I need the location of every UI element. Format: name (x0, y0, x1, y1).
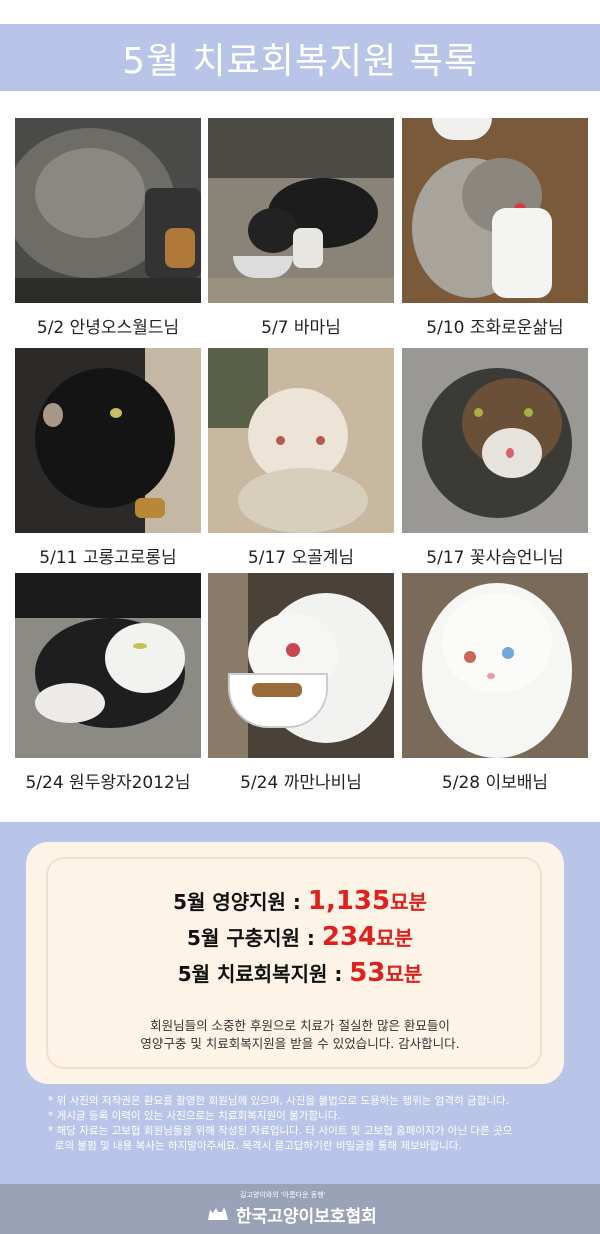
organization-name: 한국고양이보호협회 (236, 1207, 377, 1227)
note-line: 로의 불펌 및 내용 복사는 하지말아주세요. 목격시 묻고답하기란 비밀글을 … (48, 1140, 462, 1152)
nutrition-stat: 5월 영양지원 : 1,135묘분 (0, 886, 600, 916)
gallery-item: 5/24 원두왕자2012님 (15, 573, 201, 793)
deworming-unit: 묘분 (376, 926, 413, 950)
page-header: 5월 치료회복지원 목록 (0, 24, 600, 91)
gallery-caption: 5/7 바마님 (261, 318, 341, 338)
thanks-line: 회원님들의 소중한 후원으로 치료가 절실한 많은 환묘들이 (150, 1018, 450, 1033)
note-line: * 게시글 등록 이력이 있는 사진으로는 치료회복지원이 불가합니다. (48, 1110, 341, 1122)
gallery-caption: 5/11 고롱고로롱님 (39, 548, 177, 568)
deworming-value: 234 (321, 922, 377, 952)
cat-photo (15, 348, 201, 533)
footer-tagline: 길고양이와의 '아름다운 동행' (240, 1191, 326, 1199)
cat-logo-icon (208, 1207, 228, 1220)
gallery-caption: 5/24 원두왕자2012님 (25, 773, 191, 793)
copyright-notes: * 위 사진의 저작권은 환묘를 촬영한 회원님께 있으며, 사진을 불법으로 … (48, 1094, 568, 1154)
gallery-item: 5/7 바마님 (208, 118, 394, 338)
cat-photo (208, 573, 394, 758)
treatment-unit: 묘분 (385, 962, 423, 986)
treatment-label: 5월 치료회복지원 : (177, 962, 343, 986)
nutrition-unit: 묘분 (390, 890, 427, 914)
gallery-item: 5/2 안녕오스월드님 (15, 118, 201, 338)
treatment-value: 53 (349, 958, 386, 988)
gallery-caption: 5/2 안녕오스월드님 (36, 318, 180, 338)
nutrition-value: 1,135 (307, 886, 391, 916)
page-title: 5월 치료회복지원 목록 (122, 40, 478, 82)
thanks-line: 영양구충 및 치료회복지원을 받을 수 있었습니다. 감사합니다. (140, 1036, 460, 1051)
deworming-stat: 5월 구충지원 : 234묘분 (0, 922, 600, 952)
gallery-item: 5/17 꽃사슴언니님 (402, 348, 588, 568)
nutrition-label: 5월 영양지원 : (173, 890, 301, 914)
gallery-item: 5/17 오골계님 (208, 348, 394, 568)
cat-photo (15, 118, 201, 303)
cat-photo (402, 348, 588, 533)
gallery-item: 5/28 이보배님 (402, 573, 588, 793)
gallery-caption: 5/24 까만나비님 (240, 773, 362, 793)
note-line: * 해당 자료는 고보협 회원님들을 위해 작성된 자료입니다. 타 사이트 및… (48, 1125, 513, 1137)
note-line: * 위 사진의 저작권은 환묘를 촬영한 회원님께 있으며, 사진을 불법으로 … (48, 1095, 510, 1107)
gallery-item: 5/11 고롱고로롱님 (15, 348, 201, 568)
deworming-label: 5월 구충지원 : (187, 926, 315, 950)
gallery-caption: 5/10 조화로운삶님 (426, 318, 564, 338)
gallery-item: 5/24 까만나비님 (208, 573, 394, 793)
cat-photo (208, 348, 394, 533)
treatment-stat: 5월 치료회복지원 : 53묘분 (0, 958, 600, 988)
cat-photo (208, 118, 394, 303)
cat-photo (402, 118, 588, 303)
thanks-message: 회원님들의 소중한 후원으로 치료가 절실한 많은 환묘들이 영양구충 및 치료… (0, 1017, 600, 1053)
cat-photo (15, 573, 201, 758)
cat-photo (402, 573, 588, 758)
gallery-caption: 5/17 꽃사슴언니님 (426, 548, 564, 568)
gallery-caption: 5/28 이보배님 (441, 773, 549, 793)
gallery-caption: 5/17 오골계님 (247, 548, 355, 568)
gallery-item: 5/10 조화로운삶님 (402, 118, 588, 338)
